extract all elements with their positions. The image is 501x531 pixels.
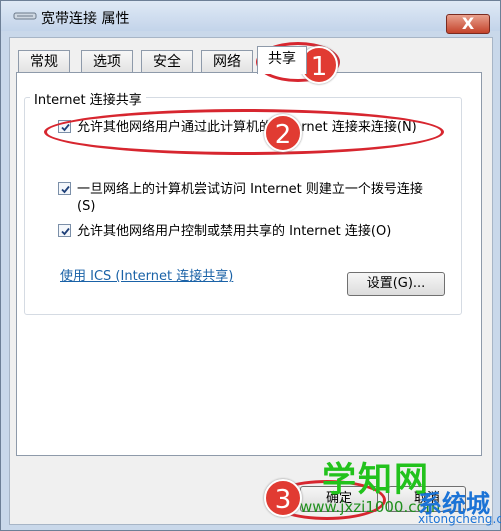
title-bar: 宽带连接 属性 X	[1, 1, 500, 34]
close-button[interactable]: X	[446, 14, 490, 34]
checkmark-icon	[61, 185, 70, 194]
watermark-subtitle: xitongcheng.com	[418, 512, 501, 526]
allow-control-checkbox[interactable]	[58, 224, 71, 237]
window-title: 宽带连接 属性	[41, 11, 130, 27]
tab-sharing[interactable]: 共享	[257, 46, 307, 74]
settings-button[interactable]: 设置(G)...	[347, 272, 445, 296]
step-3-marker: 3	[264, 479, 302, 517]
network-connection-icon	[13, 12, 37, 20]
tab-networking[interactable]: 网络	[201, 50, 253, 72]
tab-options[interactable]: 选项	[81, 50, 133, 72]
allow-sharing-highlight	[44, 109, 444, 155]
ics-help-link[interactable]: 使用 ICS (Internet 连接共享)	[60, 265, 233, 284]
tab-security[interactable]: 安全	[141, 50, 193, 72]
allow-control-label: 允许其他网络用户控制或禁用共享的 Internet 连接(O)	[77, 224, 392, 239]
ics-group-title: Internet 连接共享	[30, 89, 146, 108]
dial-on-demand-label: 一旦网络上的计算机尝试访问 Internet 则建立一个拨号连接(S)	[77, 182, 423, 214]
step-2-marker: 2	[264, 114, 302, 152]
close-icon: X	[461, 14, 475, 33]
tab-general[interactable]: 常规	[18, 50, 70, 72]
checkmark-icon	[61, 227, 70, 236]
dial-on-demand-checkbox[interactable]	[58, 182, 71, 195]
watermark-logo-text: 学知网	[322, 460, 430, 500]
